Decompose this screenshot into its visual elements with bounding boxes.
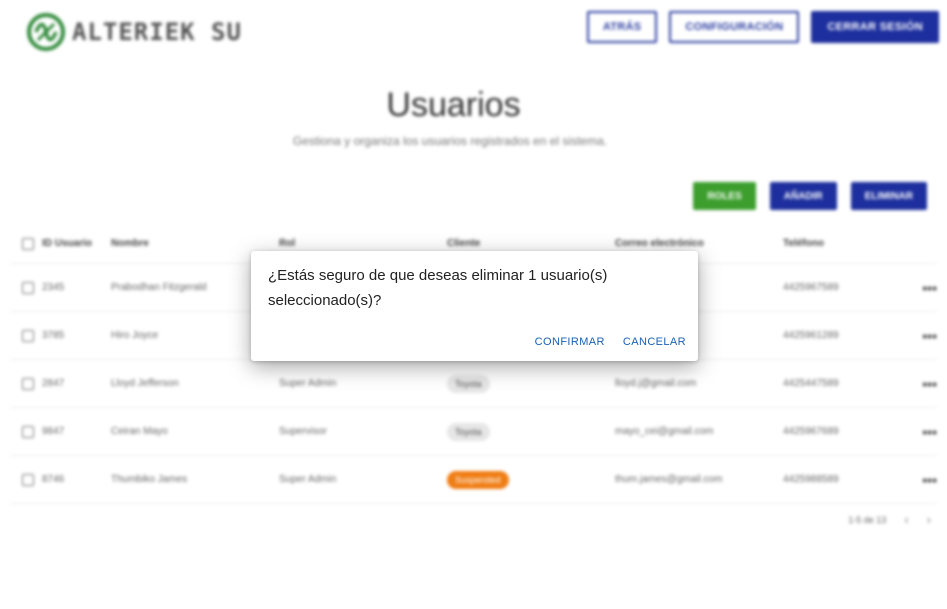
column-header-client[interactable]: Cliente (447, 238, 615, 249)
pagination-range: 1-5 de 13 (848, 514, 887, 525)
confirm-delete-dialog: ¿Estás seguro de que deseas eliminar 1 u… (251, 251, 698, 361)
page-title: Usuarios (386, 86, 521, 124)
row-checkbox[interactable] (22, 377, 34, 390)
row-checkbox[interactable] (22, 473, 34, 486)
more-options-icon[interactable]: ••• (893, 424, 937, 440)
logout-button[interactable]: CERRAR SESIÓN (811, 11, 939, 43)
cell-name: Lloyd Jefferson (111, 378, 179, 389)
chevron-right-icon[interactable]: › (927, 512, 931, 527)
cell-phone: 4425447589 (783, 378, 839, 389)
select-all-checkbox[interactable] (22, 237, 34, 250)
dialog-message: ¿Estás seguro de que deseas eliminar 1 u… (268, 267, 608, 309)
more-options-icon[interactable]: ••• (893, 472, 937, 488)
brand-name: ALTERIEK SU (72, 18, 242, 46)
cell-role: Super Admin (279, 474, 337, 485)
cell-name: Thumbiko James (111, 474, 188, 485)
confirm-button[interactable]: CONFIRMAR (535, 336, 605, 348)
cell-id: 2345 (42, 282, 65, 293)
more-options-icon[interactable]: ••• (893, 280, 937, 296)
add-user-button[interactable]: AÑADIR (769, 182, 837, 210)
table-row[interactable]: 9847 Ceiran Mayo Supervisor Toyota mayo_… (10, 408, 937, 456)
column-header-phone[interactable]: Teléfono (783, 238, 893, 249)
column-header-name[interactable]: Nombre (111, 238, 279, 249)
more-options-icon[interactable]: ••• (893, 328, 937, 344)
cancel-button[interactable]: CANCELAR (623, 336, 686, 348)
table-row[interactable]: 8746 Thumbiko James Super Admin Suspende… (10, 456, 937, 504)
cell-role: Supervisor (279, 426, 327, 437)
cell-role: Super Admin (279, 378, 337, 389)
status-badge: Suspended (447, 470, 509, 489)
client-chip: Toyota (447, 374, 490, 393)
cell-phone: 4425967589 (783, 282, 839, 293)
column-header-role[interactable]: Rol (279, 238, 447, 249)
cell-email: thum.james@gmail.com (615, 474, 723, 485)
cell-id: 8746 (42, 474, 65, 485)
row-checkbox[interactable] (22, 281, 34, 294)
logo-icon (27, 13, 65, 51)
client-chip: Toyota (447, 422, 490, 441)
cell-email: lloyd.j@gmail.com (615, 378, 697, 389)
more-options-icon[interactable]: ••• (893, 376, 937, 392)
cell-phone: 4425988589 (783, 474, 839, 485)
cell-id: 3785 (42, 330, 65, 341)
pagination: 1-5 de 13 ‹ › (848, 512, 931, 527)
cell-phone: 4425967689 (783, 426, 839, 437)
delete-user-button[interactable]: ELIMINAR (850, 182, 927, 210)
row-checkbox[interactable] (22, 425, 34, 438)
brand-logo: ALTERIEK SU (26, 12, 242, 52)
row-checkbox[interactable] (22, 329, 34, 342)
page-subtitle: Gestiona y organiza los usuarios registr… (292, 134, 608, 148)
back-button[interactable]: ATRÁS (586, 11, 658, 43)
chevron-left-icon[interactable]: ‹ (904, 512, 908, 527)
settings-button[interactable]: CONFIGURACIÓN (669, 11, 800, 43)
cell-id: 9847 (42, 426, 65, 437)
cell-email: mayo_cei@gmail.com (615, 426, 714, 437)
table-row[interactable]: 2847 Lloyd Jefferson Super Admin Toyota … (10, 360, 937, 408)
cell-name: Ceiran Mayo (111, 426, 168, 437)
cell-id: 2847 (42, 378, 65, 389)
roles-button[interactable]: ROLES (693, 182, 756, 210)
cell-phone: 4425961289 (783, 330, 839, 341)
column-header-email[interactable]: Correo electrónico (615, 238, 783, 249)
column-header-id[interactable]: ID Usuario (42, 238, 111, 249)
